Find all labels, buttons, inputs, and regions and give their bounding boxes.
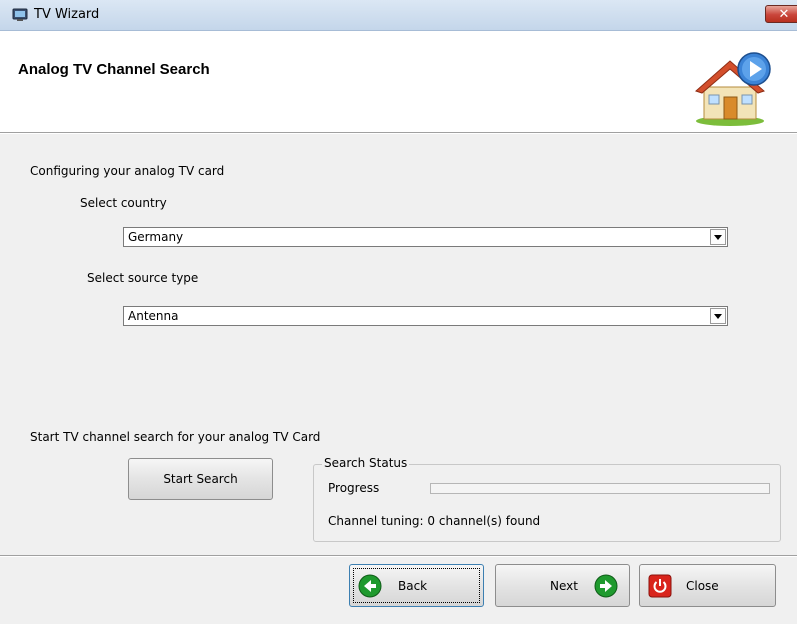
start-search-button[interactable]: Start Search [128,458,273,500]
progress-bar [430,483,770,494]
source-type-select-value: Antenna [128,309,179,323]
house-play-icon [695,52,771,126]
back-button[interactable]: Back [349,564,484,607]
footer-divider [0,555,797,557]
country-select[interactable]: Germany [123,227,728,247]
source-type-label: Select source type [87,271,199,285]
country-label: Select country [80,196,167,210]
next-button[interactable]: Next [495,564,630,607]
arrow-left-icon [358,574,382,598]
close-button[interactable]: Close [639,564,776,607]
tv-wizard-window: TV Wizard ✕ Analog TV Channel Search Con… [0,0,797,624]
window-title: TV Wizard [34,7,100,22]
tv-app-icon [12,8,28,21]
search-status-group [313,464,781,542]
search-section-label: Start TV channel search for your analog … [30,430,321,444]
next-button-label: Next [550,578,578,593]
header-divider [0,132,797,134]
progress-label: Progress [328,481,380,495]
arrow-right-icon [594,574,618,598]
close-icon: ✕ [778,7,790,22]
start-search-label: Start Search [163,472,238,486]
close-button-label: Close [686,578,719,593]
power-icon [648,574,672,598]
source-type-select[interactable]: Antenna [123,306,728,326]
chevron-down-icon[interactable] [710,229,726,245]
chevron-down-icon[interactable] [710,308,726,324]
wizard-header: Analog TV Channel Search [0,31,797,132]
search-status-legend: Search Status [322,456,410,470]
config-section-label: Configuring your analog TV card [30,164,225,178]
back-button-label: Back [398,578,428,593]
window-close-button[interactable]: ✕ [765,5,797,23]
title-bar: TV Wizard ✕ [0,0,797,31]
country-select-value: Germany [128,230,184,244]
channel-tuning-status: Channel tuning: 0 channel(s) found [328,514,541,528]
page-title: Analog TV Channel Search [18,61,210,78]
